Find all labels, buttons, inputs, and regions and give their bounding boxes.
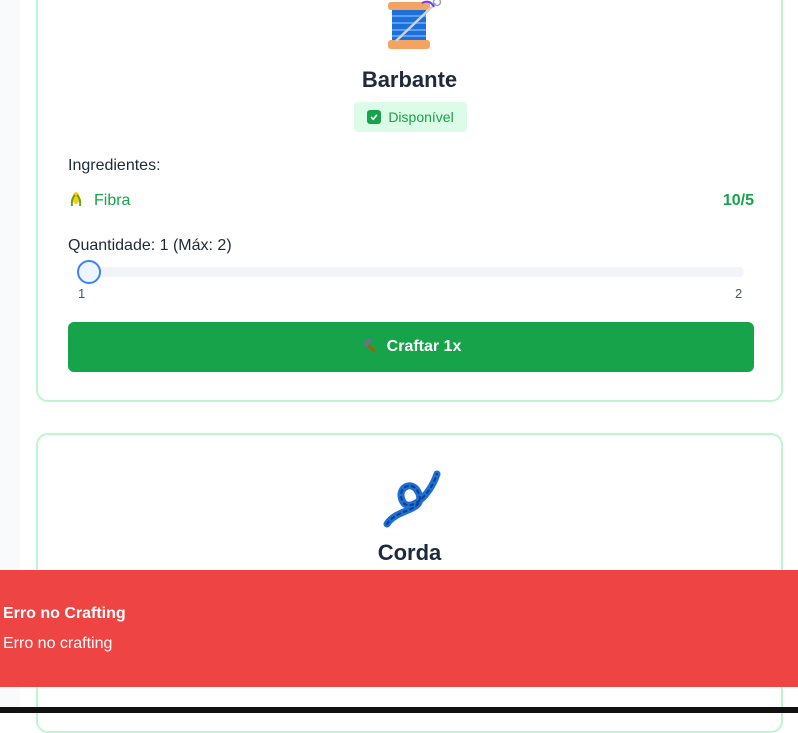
craft-button[interactable]: Craftar 1x [68,322,754,372]
recipe-title: Corda [377,540,442,565]
slider-max-label: 2 [735,286,743,301]
knot-icon [379,468,441,535]
thread-spool-icon [378,0,442,62]
quantity-label: Quantidade: 1 (Máx: 2) [68,237,232,254]
status-text: Disponível [388,109,454,125]
toast-message: Erro no crafting [3,635,113,652]
quantity-slider-thumb[interactable] [77,260,101,284]
recipe-title: Barbante [361,67,458,92]
ingredient-row: Fibra 10/5 [68,190,754,212]
quantity-slider[interactable] [80,267,744,277]
recipe-card-barbante: Barbante Disponível Ingredientes: Fibra … [36,0,783,402]
error-toast[interactable]: Erro no Crafting Erro no crafting [0,570,798,687]
status-badge: Disponível [354,102,467,132]
ingredients-label: Ingredientes: [68,157,161,174]
slider-min-label: 1 [78,286,86,301]
corn-icon [68,190,84,213]
toast-title: Erro no Crafting [3,605,126,622]
ingredient-count: 10/5 [722,192,754,209]
craft-button-label: Craftar 1x [386,338,462,355]
ingredient-name: Fibra [94,192,131,209]
check-icon [367,110,382,124]
bottom-bar [0,707,798,713]
hammer-icon [361,336,379,359]
